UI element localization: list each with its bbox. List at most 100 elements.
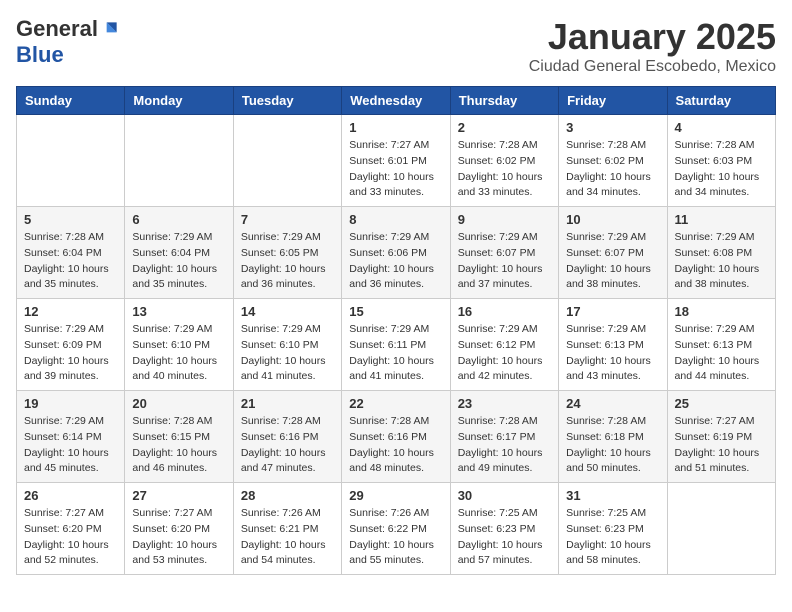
calendar-week-row: 5 Sunrise: 7:28 AM Sunset: 6:04 PM Daylig… xyxy=(17,207,776,299)
calendar-cell: 30 Sunrise: 7:25 AM Sunset: 6:23 PM Dayli… xyxy=(450,483,558,575)
calendar-cell: 3 Sunrise: 7:28 AM Sunset: 6:02 PM Daylig… xyxy=(559,115,667,207)
calendar-week-row: 12Sunrise: 7:29 AM Sunset: 6:09 PM Dayli… xyxy=(17,299,776,391)
day-number: 21 xyxy=(241,396,334,411)
calendar-week-row: 26 Sunrise: 7:27 AM Sunset: 6:20 PM Dayli… xyxy=(17,483,776,575)
page-header: General Blue January 2025 Ciudad General… xyxy=(16,16,776,76)
day-info: Sunrise: 7:29 AM Sunset: 6:14 PM Dayligh… xyxy=(24,414,117,477)
calendar-table: SundayMondayTuesdayWednesdayThursdayFrid… xyxy=(16,86,776,575)
column-header-monday: Monday xyxy=(125,87,233,115)
day-number: 7 xyxy=(241,212,334,227)
day-info: Sunrise: 7:27 AM Sunset: 6:01 PM Dayligh… xyxy=(349,138,442,201)
title-area: January 2025 Ciudad General Escobedo, Me… xyxy=(529,16,776,76)
calendar-cell: 14Sunrise: 7:29 AM Sunset: 6:10 PM Dayli… xyxy=(233,299,341,391)
day-info: Sunrise: 7:28 AM Sunset: 6:18 PM Dayligh… xyxy=(566,414,659,477)
day-number: 5 xyxy=(24,212,117,227)
calendar-cell: 24 Sunrise: 7:28 AM Sunset: 6:18 PM Dayli… xyxy=(559,391,667,483)
day-info: Sunrise: 7:27 AM Sunset: 6:19 PM Dayligh… xyxy=(675,414,768,477)
calendar-cell: 11 Sunrise: 7:29 AM Sunset: 6:08 PM Dayli… xyxy=(667,207,775,299)
calendar-cell: 15Sunrise: 7:29 AM Sunset: 6:11 PM Dayli… xyxy=(342,299,450,391)
day-info: Sunrise: 7:26 AM Sunset: 6:21 PM Dayligh… xyxy=(241,506,334,569)
calendar-cell: 27 Sunrise: 7:27 AM Sunset: 6:20 PM Dayli… xyxy=(125,483,233,575)
day-number: 13 xyxy=(132,304,225,319)
day-number: 9 xyxy=(458,212,551,227)
column-header-sunday: Sunday xyxy=(17,87,125,115)
calendar-cell: 25 Sunrise: 7:27 AM Sunset: 6:19 PM Dayli… xyxy=(667,391,775,483)
day-info: Sunrise: 7:29 AM Sunset: 6:13 PM Dayligh… xyxy=(566,322,659,385)
day-number: 14 xyxy=(241,304,334,319)
day-number: 4 xyxy=(675,120,768,135)
day-number: 17 xyxy=(566,304,659,319)
day-number: 1 xyxy=(349,120,442,135)
calendar-cell: 10 Sunrise: 7:29 AM Sunset: 6:07 PM Dayli… xyxy=(559,207,667,299)
day-info: Sunrise: 7:28 AM Sunset: 6:15 PM Dayligh… xyxy=(132,414,225,477)
day-number: 19 xyxy=(24,396,117,411)
calendar-cell: 13Sunrise: 7:29 AM Sunset: 6:10 PM Dayli… xyxy=(125,299,233,391)
logo-icon xyxy=(100,19,120,39)
day-info: Sunrise: 7:29 AM Sunset: 6:12 PM Dayligh… xyxy=(458,322,551,385)
day-number: 28 xyxy=(241,488,334,503)
calendar-cell: 18Sunrise: 7:29 AM Sunset: 6:13 PM Dayli… xyxy=(667,299,775,391)
day-number: 26 xyxy=(24,488,117,503)
day-info: Sunrise: 7:28 AM Sunset: 6:04 PM Dayligh… xyxy=(24,230,117,293)
day-number: 22 xyxy=(349,396,442,411)
day-info: Sunrise: 7:29 AM Sunset: 6:07 PM Dayligh… xyxy=(458,230,551,293)
day-number: 11 xyxy=(675,212,768,227)
calendar-cell: 17 Sunrise: 7:29 AM Sunset: 6:13 PM Dayli… xyxy=(559,299,667,391)
calendar-cell: 19 Sunrise: 7:29 AM Sunset: 6:14 PM Dayli… xyxy=(17,391,125,483)
calendar-cell: 8 Sunrise: 7:29 AM Sunset: 6:06 PM Daylig… xyxy=(342,207,450,299)
column-header-saturday: Saturday xyxy=(667,87,775,115)
column-header-friday: Friday xyxy=(559,87,667,115)
calendar-cell xyxy=(125,115,233,207)
month-title: January 2025 xyxy=(529,16,776,58)
day-number: 23 xyxy=(458,396,551,411)
calendar-cell: 2 Sunrise: 7:28 AM Sunset: 6:02 PM Daylig… xyxy=(450,115,558,207)
day-number: 15 xyxy=(349,304,442,319)
day-number: 24 xyxy=(566,396,659,411)
calendar-cell: 29 Sunrise: 7:26 AM Sunset: 6:22 PM Dayli… xyxy=(342,483,450,575)
calendar-cell: 28 Sunrise: 7:26 AM Sunset: 6:21 PM Dayli… xyxy=(233,483,341,575)
calendar-cell: 23 Sunrise: 7:28 AM Sunset: 6:17 PM Dayli… xyxy=(450,391,558,483)
calendar-cell: 16 Sunrise: 7:29 AM Sunset: 6:12 PM Dayli… xyxy=(450,299,558,391)
day-info: Sunrise: 7:26 AM Sunset: 6:22 PM Dayligh… xyxy=(349,506,442,569)
day-info: Sunrise: 7:25 AM Sunset: 6:23 PM Dayligh… xyxy=(566,506,659,569)
day-info: Sunrise: 7:27 AM Sunset: 6:20 PM Dayligh… xyxy=(24,506,117,569)
calendar-cell xyxy=(233,115,341,207)
calendar-week-row: 19 Sunrise: 7:29 AM Sunset: 6:14 PM Dayli… xyxy=(17,391,776,483)
day-number: 8 xyxy=(349,212,442,227)
day-number: 30 xyxy=(458,488,551,503)
day-info: Sunrise: 7:25 AM Sunset: 6:23 PM Dayligh… xyxy=(458,506,551,569)
calendar-cell: 1 Sunrise: 7:27 AM Sunset: 6:01 PM Daylig… xyxy=(342,115,450,207)
calendar-week-row: 1 Sunrise: 7:27 AM Sunset: 6:01 PM Daylig… xyxy=(17,115,776,207)
day-info: Sunrise: 7:29 AM Sunset: 6:08 PM Dayligh… xyxy=(675,230,768,293)
day-number: 10 xyxy=(566,212,659,227)
column-header-thursday: Thursday xyxy=(450,87,558,115)
day-info: Sunrise: 7:28 AM Sunset: 6:02 PM Dayligh… xyxy=(458,138,551,201)
day-number: 2 xyxy=(458,120,551,135)
day-number: 18 xyxy=(675,304,768,319)
calendar-cell: 5 Sunrise: 7:28 AM Sunset: 6:04 PM Daylig… xyxy=(17,207,125,299)
day-number: 27 xyxy=(132,488,225,503)
day-info: Sunrise: 7:27 AM Sunset: 6:20 PM Dayligh… xyxy=(132,506,225,569)
day-info: Sunrise: 7:29 AM Sunset: 6:06 PM Dayligh… xyxy=(349,230,442,293)
day-number: 16 xyxy=(458,304,551,319)
calendar-cell xyxy=(667,483,775,575)
day-info: Sunrise: 7:28 AM Sunset: 6:17 PM Dayligh… xyxy=(458,414,551,477)
calendar-cell: 4 Sunrise: 7:28 AM Sunset: 6:03 PM Daylig… xyxy=(667,115,775,207)
calendar-cell: 31Sunrise: 7:25 AM Sunset: 6:23 PM Dayli… xyxy=(559,483,667,575)
calendar-cell xyxy=(17,115,125,207)
logo: General Blue xyxy=(16,16,120,68)
day-number: 29 xyxy=(349,488,442,503)
day-info: Sunrise: 7:29 AM Sunset: 6:04 PM Dayligh… xyxy=(132,230,225,293)
calendar-cell: 6Sunrise: 7:29 AM Sunset: 6:04 PM Daylig… xyxy=(125,207,233,299)
calendar-cell: 20Sunrise: 7:28 AM Sunset: 6:15 PM Dayli… xyxy=(125,391,233,483)
day-info: Sunrise: 7:28 AM Sunset: 6:16 PM Dayligh… xyxy=(349,414,442,477)
day-info: Sunrise: 7:28 AM Sunset: 6:02 PM Dayligh… xyxy=(566,138,659,201)
logo-blue-text: Blue xyxy=(16,42,64,68)
column-header-tuesday: Tuesday xyxy=(233,87,341,115)
day-number: 3 xyxy=(566,120,659,135)
day-info: Sunrise: 7:29 AM Sunset: 6:07 PM Dayligh… xyxy=(566,230,659,293)
calendar-cell: 7Sunrise: 7:29 AM Sunset: 6:05 PM Daylig… xyxy=(233,207,341,299)
day-number: 25 xyxy=(675,396,768,411)
day-info: Sunrise: 7:28 AM Sunset: 6:03 PM Dayligh… xyxy=(675,138,768,201)
day-info: Sunrise: 7:28 AM Sunset: 6:16 PM Dayligh… xyxy=(241,414,334,477)
